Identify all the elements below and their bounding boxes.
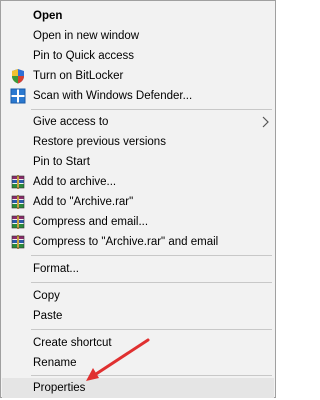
menu-item-label: Give access to bbox=[33, 116, 109, 128]
menu-item-copy[interactable]: Copy bbox=[2, 286, 274, 306]
menu-item-open[interactable]: Open bbox=[2, 6, 274, 26]
menu-item-properties[interactable]: Properties bbox=[2, 378, 274, 398]
menu-item-label: Turn on BitLocker bbox=[33, 70, 124, 82]
menu-item-label: Open in new window bbox=[33, 30, 140, 42]
menu-item-label: Restore previous versions bbox=[33, 136, 166, 148]
menu-item-label: Add to "Archive.rar" bbox=[33, 196, 134, 208]
menu-item-label: Add to archive... bbox=[33, 176, 117, 188]
menu-item-paste[interactable]: Paste bbox=[2, 306, 274, 326]
menu-item-label: Paste bbox=[33, 310, 63, 322]
menu-item-add-to-archive[interactable]: Add to archive... bbox=[2, 172, 274, 192]
menu-separator bbox=[31, 329, 272, 330]
menu-item-scan-with-windows-defender[interactable]: Scan with Windows Defender... bbox=[2, 86, 274, 106]
menu-separator bbox=[31, 375, 272, 376]
menu-item-label: Pin to Start bbox=[33, 156, 90, 168]
menu-separator bbox=[31, 282, 272, 283]
menu-item-label: Compress and email... bbox=[33, 216, 149, 228]
menu-item-pin-to-start[interactable]: Pin to Start bbox=[2, 152, 274, 172]
windows-defender-icon bbox=[10, 88, 26, 104]
menu-item-label: Format... bbox=[33, 263, 80, 275]
menu-item-rename[interactable]: Rename bbox=[2, 353, 274, 373]
context-menu: Open Open in new window Pin to Quick acc… bbox=[0, 0, 276, 398]
menu-item-label: Scan with Windows Defender... bbox=[33, 90, 193, 102]
menu-item-add-to-archive-rar[interactable]: Add to "Archive.rar" bbox=[2, 192, 274, 212]
menu-item-label: Rename bbox=[33, 357, 77, 369]
menu-separator bbox=[31, 109, 272, 110]
shield-icon bbox=[10, 68, 26, 84]
menu-item-label: Pin to Quick access bbox=[33, 50, 134, 62]
menu-item-format[interactable]: Format... bbox=[2, 259, 274, 279]
menu-item-create-shortcut[interactable]: Create shortcut bbox=[2, 333, 274, 353]
winrar-books-icon bbox=[10, 214, 26, 230]
menu-item-label: Open bbox=[33, 10, 63, 22]
winrar-books-icon bbox=[10, 234, 26, 250]
chevron-right-icon bbox=[260, 115, 270, 129]
menu-separator bbox=[31, 255, 272, 256]
menu-item-label: Copy bbox=[33, 290, 60, 302]
winrar-books-icon bbox=[10, 174, 26, 190]
menu-item-compress-and-email[interactable]: Compress and email... bbox=[2, 212, 274, 232]
menu-item-label: Compress to "Archive.rar" and email bbox=[33, 236, 219, 248]
menu-item-compress-to-archive-rar-and-email[interactable]: Compress to "Archive.rar" and email bbox=[2, 232, 274, 252]
menu-item-pin-to-quick-access[interactable]: Pin to Quick access bbox=[2, 46, 274, 66]
winrar-books-icon bbox=[10, 194, 26, 210]
menu-item-open-in-new-window[interactable]: Open in new window bbox=[2, 26, 274, 46]
menu-item-restore-previous-versions[interactable]: Restore previous versions bbox=[2, 132, 274, 152]
menu-item-turn-on-bitlocker[interactable]: Turn on BitLocker bbox=[2, 66, 274, 86]
menu-item-label: Create shortcut bbox=[33, 337, 112, 349]
menu-item-label: Properties bbox=[33, 382, 86, 394]
menu-item-give-access-to[interactable]: Give access to bbox=[2, 112, 274, 132]
